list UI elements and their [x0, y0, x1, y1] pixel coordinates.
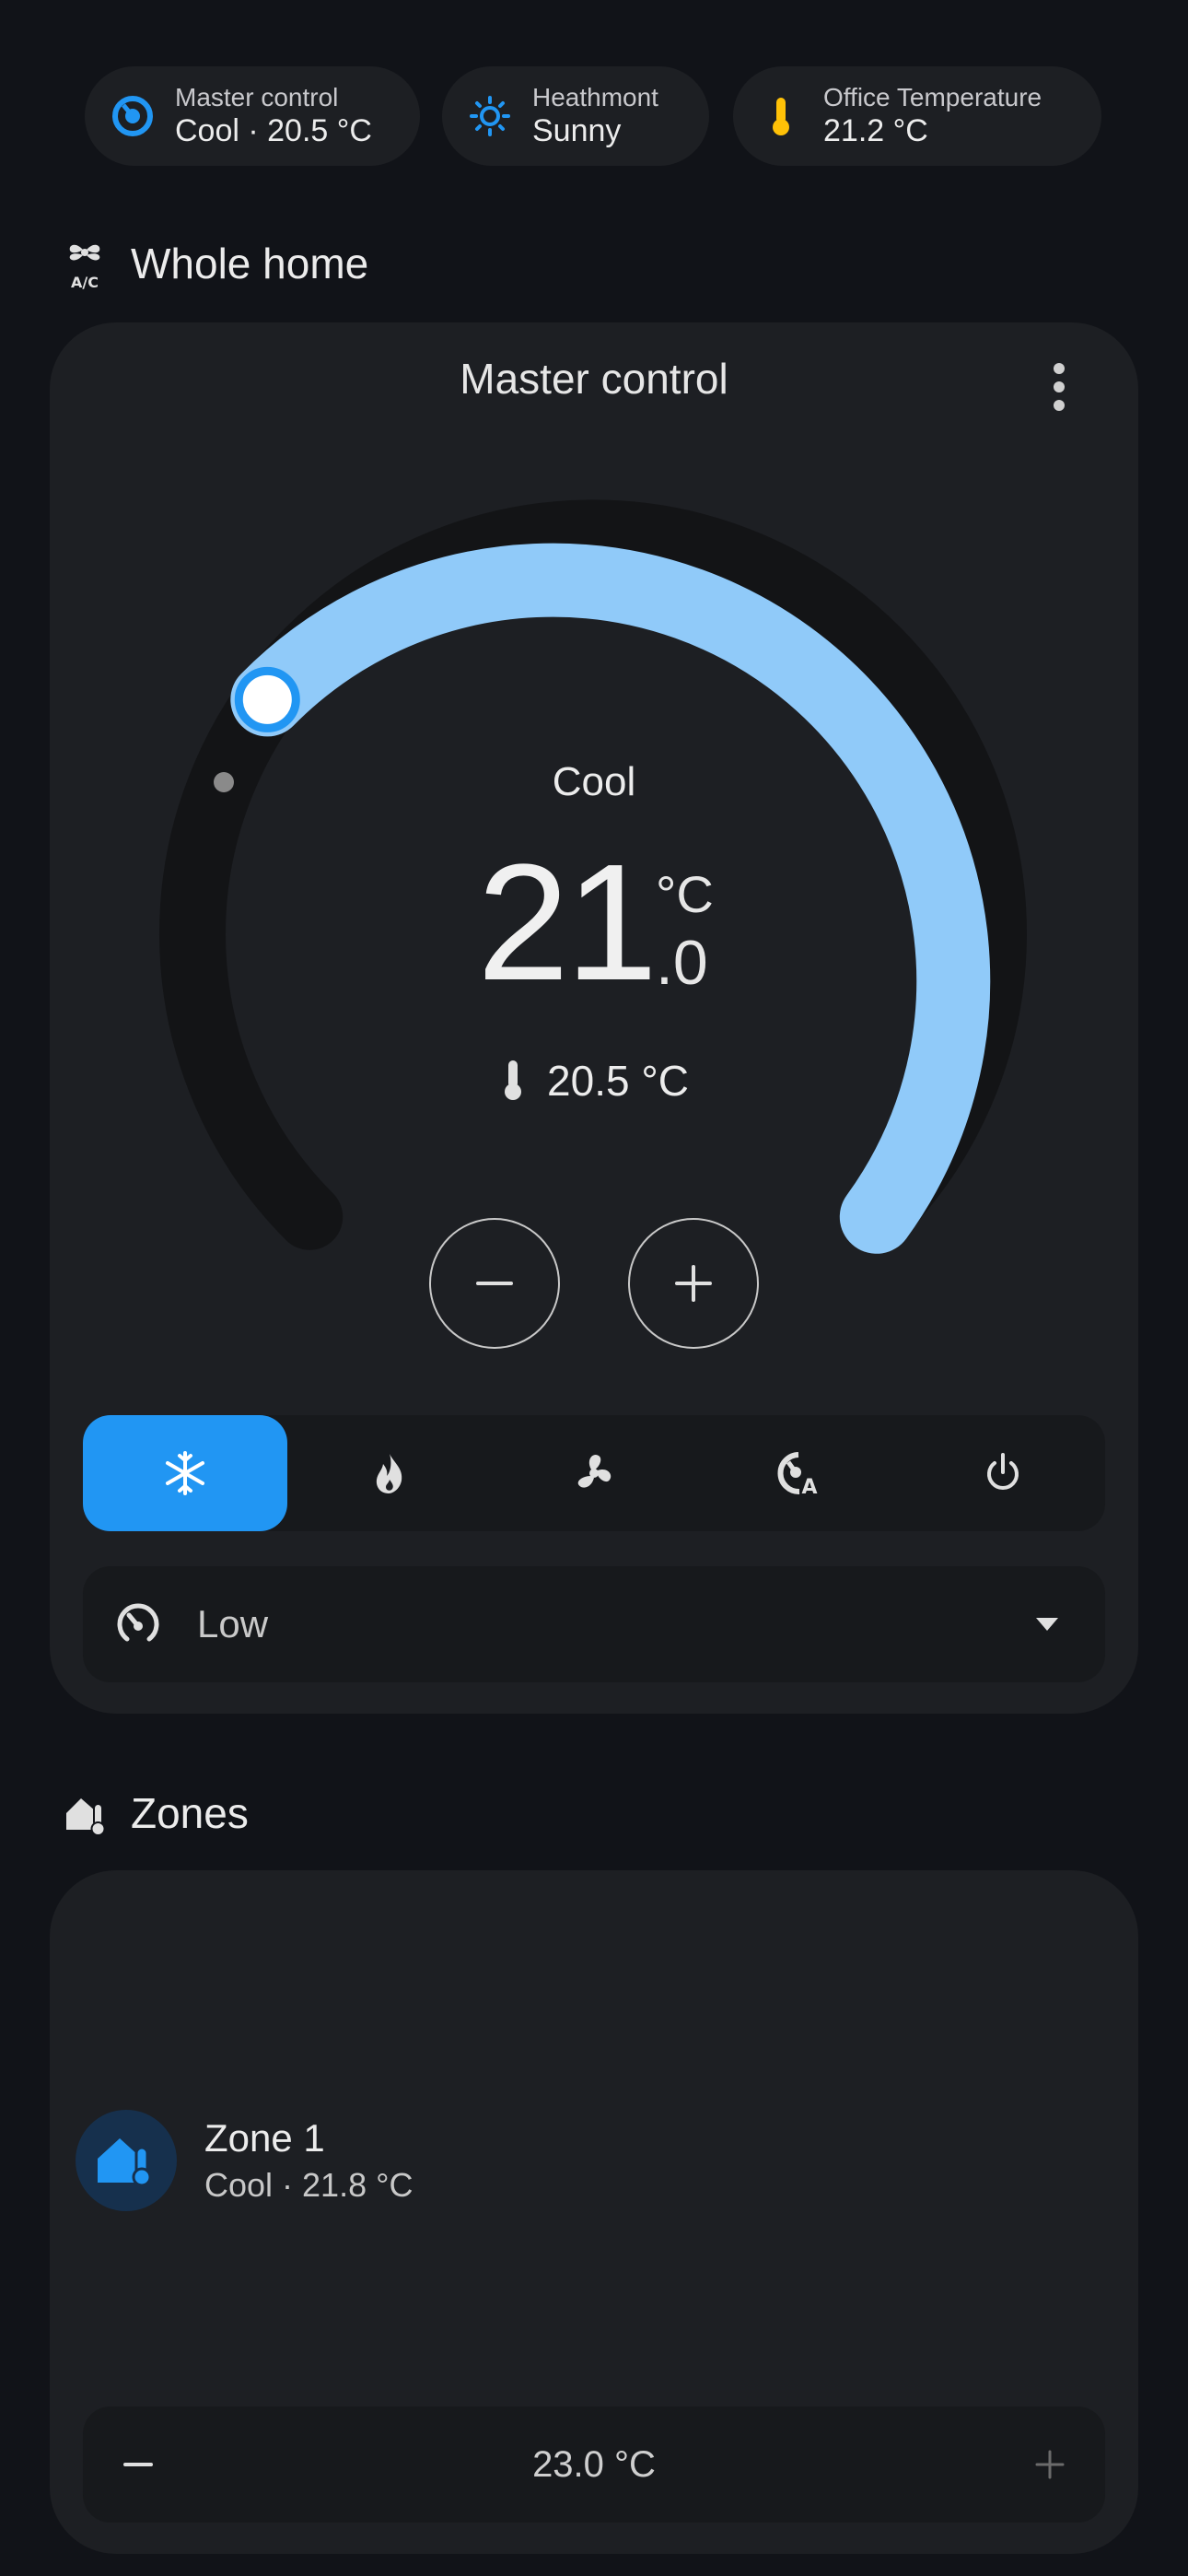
- current-temperature: 20.5 °C: [0, 1056, 1188, 1106]
- increase-temperature-button[interactable]: [628, 1218, 759, 1349]
- mode-off-button[interactable]: [901, 1415, 1105, 1531]
- snowflake-icon: [166, 1451, 204, 1495]
- badge-state: Cool · 20.5 °C: [175, 112, 372, 148]
- plus-icon: [675, 1265, 712, 1302]
- thermostat-title: Master control: [460, 355, 728, 403]
- badge-state: Sunny: [532, 112, 622, 148]
- badge-name: Office Temperature: [823, 83, 1042, 112]
- dot-icon: [1054, 381, 1065, 392]
- dot-icon: [1054, 400, 1065, 411]
- sun-icon: [470, 96, 510, 136]
- hvac-mode-label: Cool: [552, 759, 636, 804]
- mode-cool-button[interactable]: [83, 1415, 287, 1531]
- badge-name: Heathmont: [532, 83, 658, 112]
- home-thermometer-icon: [66, 1798, 106, 1836]
- section-heading-zones: Zones: [63, 1784, 249, 1843]
- temperature-unit: °C: [656, 865, 714, 923]
- fan-mode-value: Low: [197, 1602, 269, 1645]
- decrease-temperature-button[interactable]: [429, 1218, 560, 1349]
- zone-state: Cool · 21.8 °C: [204, 2165, 413, 2204]
- section-heading-whole-home: A/C Whole home: [63, 234, 368, 293]
- zone-temperature-stepper: 23.0 °C: [83, 2406, 1105, 2523]
- mode-auto-button[interactable]: A: [696, 1415, 901, 1531]
- mode-heat-button[interactable]: [287, 1415, 492, 1531]
- zone-target-temperature: 23.0 °C: [532, 2443, 656, 2485]
- fan-mode-select[interactable]: Low: [83, 1566, 1105, 1682]
- badge-master-control[interactable]: Master control Cool · 20.5 °C: [85, 66, 420, 166]
- section-title: Whole home: [131, 240, 369, 287]
- thermometer-icon: [773, 98, 789, 135]
- fire-icon: [376, 1454, 402, 1493]
- target-temperature-decimal: .0: [656, 928, 708, 998]
- dial-handle[interactable]: [234, 666, 300, 732]
- zone-increase-button[interactable]: [995, 2406, 1105, 2523]
- chevron-down-icon: [1036, 1618, 1058, 1631]
- badge-bar: Master control Cool · 20.5 °C Heathmont …: [0, 66, 1188, 166]
- badge-state: 21.2 °C: [823, 112, 928, 148]
- minus-icon: [476, 1282, 513, 1285]
- air-conditioner-icon: A/C: [69, 244, 100, 289]
- hvac-mode-selector: A: [83, 1415, 1105, 1531]
- thermostat-auto-icon: [112, 96, 153, 136]
- target-temperature-integer: 21: [477, 830, 658, 1015]
- thermostat-auto-icon: A: [777, 1452, 818, 1496]
- home-thermometer-icon: [98, 2138, 152, 2187]
- dot-icon: [1054, 363, 1065, 374]
- avatar: [76, 2110, 177, 2211]
- section-title: Zones: [131, 1789, 249, 1837]
- zone-name: Zone 1: [204, 2116, 325, 2160]
- thermometer-icon: [505, 1060, 522, 1100]
- fan-speed-icon: [117, 1603, 159, 1642]
- svg-text:A/C: A/C: [71, 274, 99, 289]
- badge-name: Master control: [175, 83, 339, 112]
- badge-weather[interactable]: Heathmont Sunny: [442, 66, 709, 166]
- power-icon: [987, 1453, 1019, 1490]
- zone-1-row[interactable]: Zone 1 Cool · 21.8 °C: [76, 2086, 413, 2235]
- plus-icon: [1035, 2450, 1065, 2479]
- zone-decrease-button[interactable]: [83, 2406, 193, 2523]
- current-temperature-value: 20.5 °C: [547, 1057, 689, 1105]
- badge-office-temperature[interactable]: Office Temperature 21.2 °C: [733, 66, 1101, 166]
- svg-text:A: A: [801, 1476, 817, 1496]
- fan-icon: [577, 1454, 611, 1488]
- minus-icon: [123, 2463, 153, 2466]
- more-options-button[interactable]: [1041, 359, 1077, 415]
- mode-fan-button[interactable]: [492, 1415, 696, 1531]
